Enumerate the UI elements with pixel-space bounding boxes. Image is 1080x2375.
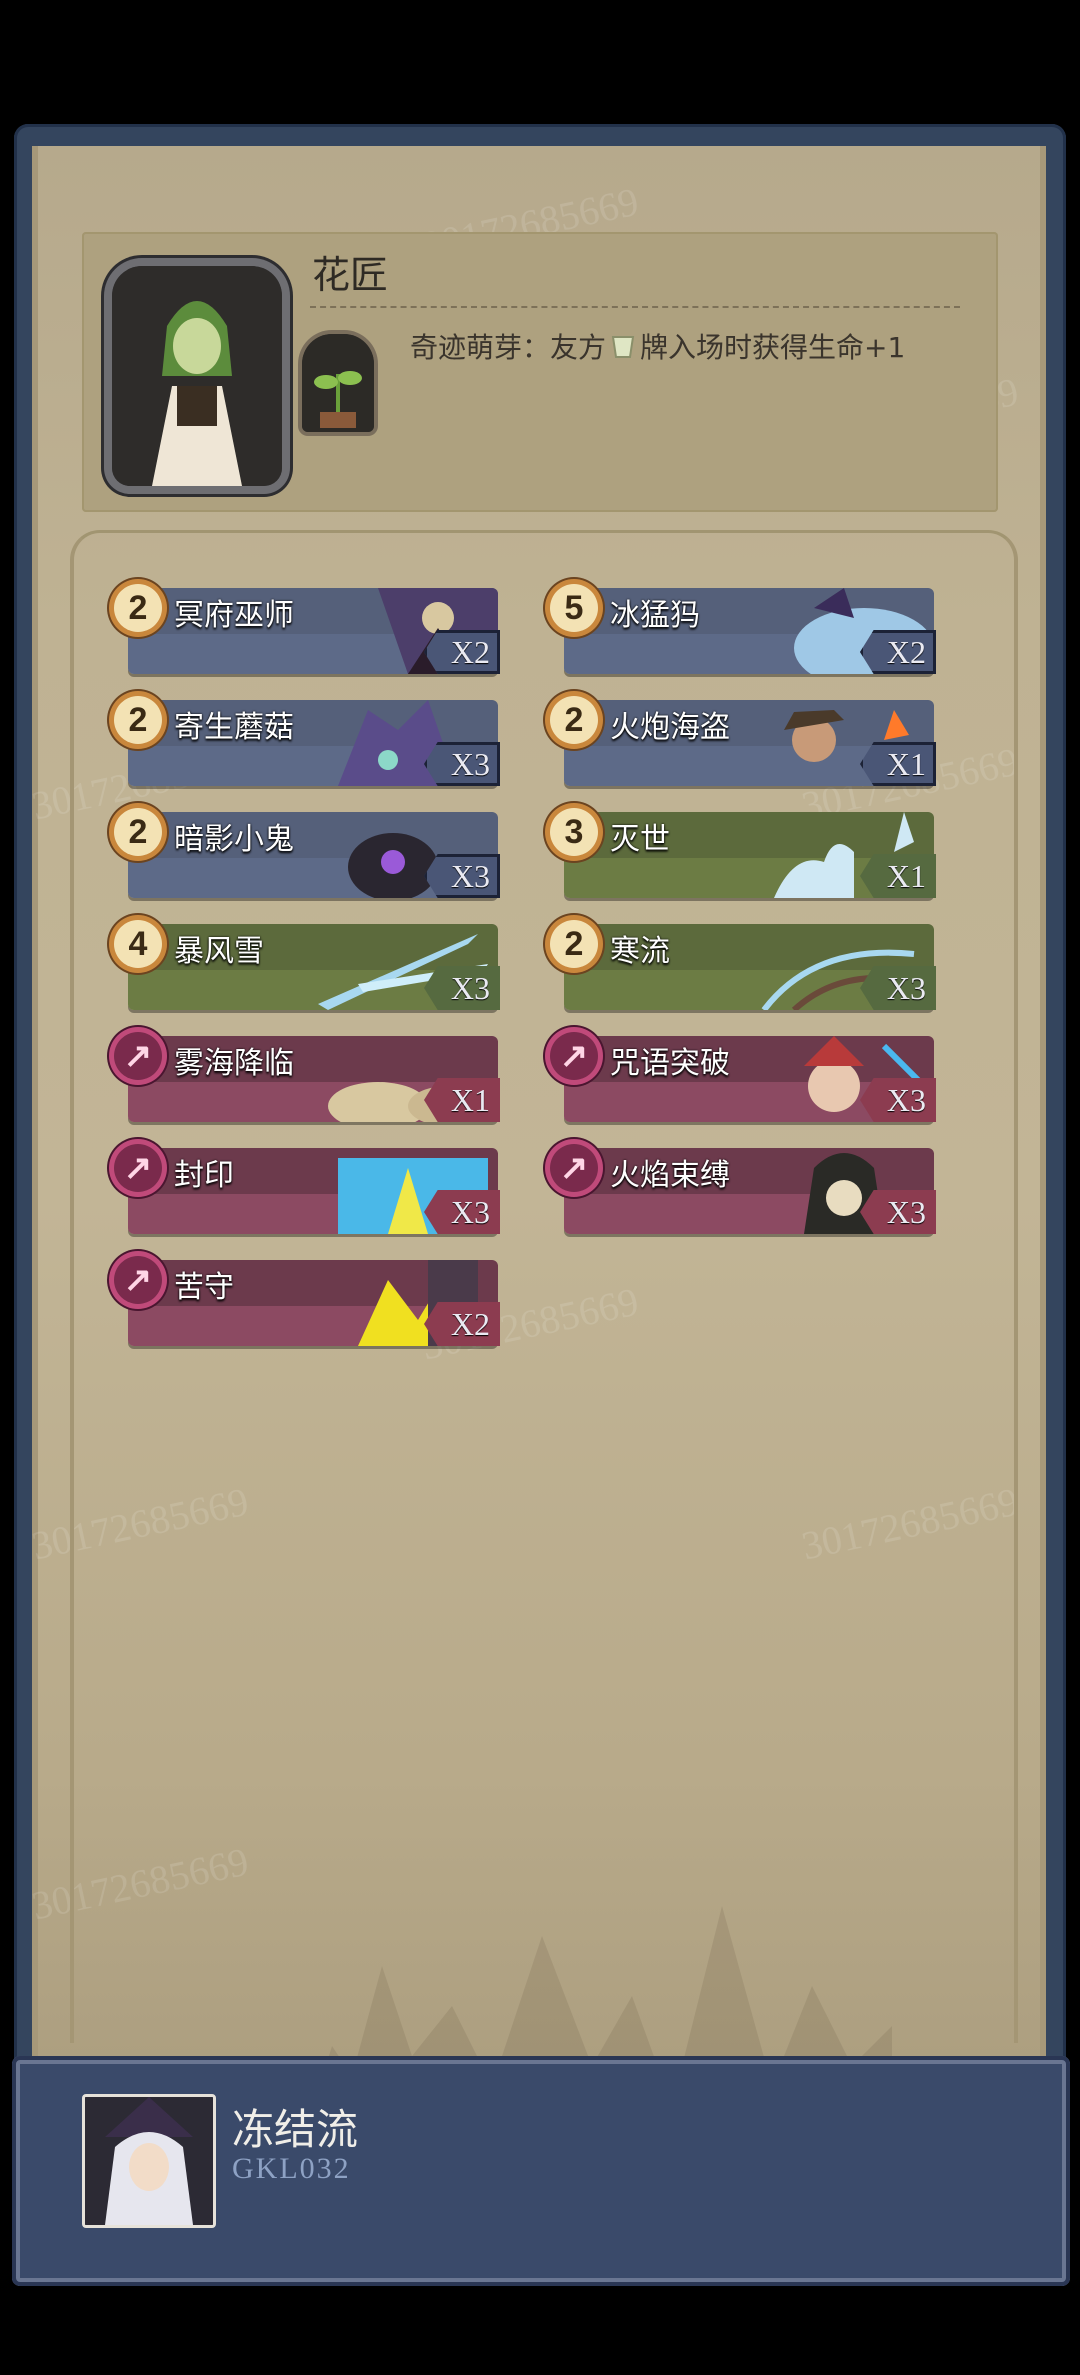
card-name: 雾海降临 [174, 1046, 294, 1081]
card-count: X1 [860, 742, 936, 786]
cost-badge: 5 [550, 584, 598, 632]
card-item[interactable]: 3 灭世 X1 [550, 808, 936, 898]
deck-name: 冻结流 [232, 2105, 359, 2154]
card-item[interactable]: 2 暗影小鬼 X3 [114, 808, 500, 898]
card-item[interactable]: 2 火炮海盗 X1 [550, 696, 936, 786]
card-count: X3 [860, 966, 936, 1010]
cost-badge: 3 [550, 808, 598, 856]
card-name: 火炮海盗 [610, 710, 730, 745]
card-count: X2 [424, 1302, 500, 1346]
card-count: X1 [424, 1078, 500, 1122]
skill-text-prefix: 奇迹萌芽：友方 [410, 331, 607, 364]
card-count: X1 [860, 854, 936, 898]
card-count: X2 [860, 630, 936, 674]
deck-code[interactable]: GKL032 [232, 2152, 351, 2186]
card-count: X3 [860, 1078, 936, 1122]
hero-portrait[interactable] [112, 266, 282, 486]
card-count: X2 [424, 630, 500, 674]
arrow-badge-icon [550, 1144, 598, 1192]
card-count: X3 [424, 966, 500, 1010]
card-item[interactable]: 雾海降临 X1 [114, 1032, 500, 1122]
deck-avatar[interactable] [82, 2094, 216, 2228]
card-name: 灭世 [610, 822, 670, 857]
card-name: 冥府巫师 [174, 598, 294, 633]
cost-badge: 4 [114, 920, 162, 968]
card-count: X3 [424, 742, 500, 786]
hero-name: 花匠 [312, 253, 389, 297]
card-item[interactable]: 2 寄生蘑菇 X3 [114, 696, 500, 786]
card-item[interactable]: 咒语突破 X3 [550, 1032, 936, 1122]
card-item[interactable]: 2 寒流 X3 [550, 920, 936, 1010]
cost-badge: 2 [550, 696, 598, 744]
card-name: 封印 [174, 1158, 234, 1193]
card-item[interactable]: 苦守 X2 [114, 1256, 500, 1346]
card-name: 暴风雪 [174, 934, 264, 969]
card-item[interactable]: 5 冰猛犸 X2 [550, 584, 936, 674]
card-name: 火焰束缚 [610, 1158, 730, 1193]
hero-skill-icon[interactable] [302, 334, 374, 432]
card-item[interactable]: 火焰束缚 X3 [550, 1144, 936, 1234]
skill-text-suffix: 牌入场时获得生命+1 [640, 331, 906, 364]
cost-badge: 2 [550, 920, 598, 968]
arrow-badge-icon [114, 1144, 162, 1192]
arrow-badge-icon [550, 1032, 598, 1080]
card-count: X3 [860, 1190, 936, 1234]
cost-badge: 2 [114, 808, 162, 856]
card-name: 暗影小鬼 [174, 822, 294, 857]
cost-badge: 2 [114, 584, 162, 632]
card-name: 咒语突破 [610, 1046, 730, 1081]
hero-skill-text: 奇迹萌芽：友方 牌入场时获得生命+1 [410, 326, 905, 366]
card-name: 苦守 [174, 1270, 234, 1305]
cup-icon [611, 336, 635, 358]
card-count: X3 [424, 1190, 500, 1234]
card-item[interactable]: 封印 X3 [114, 1144, 500, 1234]
cost-badge: 2 [114, 696, 162, 744]
divider [310, 306, 960, 308]
card-name: 寒流 [610, 934, 670, 969]
card-name: 冰猛犸 [610, 598, 700, 633]
card-name: 寄生蘑菇 [174, 710, 294, 745]
card-item[interactable]: 4 暴风雪 X3 [114, 920, 500, 1010]
arrow-badge-icon [114, 1256, 162, 1304]
card-item[interactable]: 2 冥府巫师 X2 [114, 584, 500, 674]
card-count: X3 [424, 854, 500, 898]
arrow-badge-icon [114, 1032, 162, 1080]
